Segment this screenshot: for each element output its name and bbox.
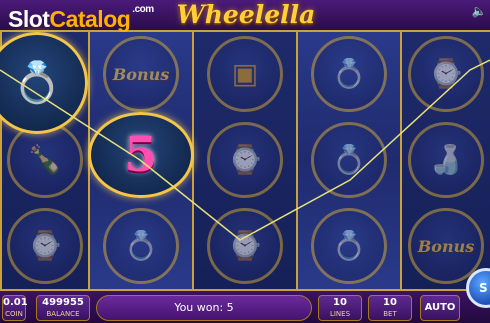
ring-icon: 💍 — [123, 229, 159, 262]
ring-icon: 💍 — [331, 229, 367, 262]
bet-label: BET — [383, 310, 397, 318]
reel-cell: 🍶 — [402, 118, 490, 202]
symbol-disc: ⌚ — [7, 208, 83, 284]
ring-icon: 💍 — [12, 60, 62, 106]
symbol-disc: 💍 — [311, 208, 387, 284]
watch-icon: ⌚ — [428, 57, 464, 90]
control-bar: 0.01 COIN 499955 BALANCE You won: 5 10 L… — [0, 289, 490, 323]
ring-icon: 💍 — [331, 57, 367, 90]
balance-box: 499955 BALANCE — [36, 295, 90, 321]
symbol-disc: 💍 — [103, 208, 179, 284]
win-message: You won: 5 — [96, 295, 312, 321]
bet-box[interactable]: 10 BET — [368, 295, 412, 321]
game-title: Wheelella — [176, 0, 316, 29]
symbol-disc: Bonus — [103, 36, 179, 112]
speaker-icon[interactable]: 🔈 — [470, 2, 488, 20]
slotcatalog-logo: SlotCatalog .com — [8, 4, 154, 33]
brand-catalog: Catalog — [49, 6, 131, 32]
brand-suffix: .com — [132, 4, 154, 16]
reel-4: 💍 💍 💍 — [296, 32, 400, 289]
symbol-disc: ▣ — [207, 36, 283, 112]
symbol-disc: ⌚ — [207, 208, 283, 284]
reel-cell: Bonus — [90, 32, 192, 116]
gold-bars-icon: ▣ — [231, 57, 259, 90]
reels-area: 🍾 ⌚ Bonus 💍 ▣ ⌚ ⌚ 💍 💍 💍 ⌚ 🍶 Bonus 💍 5 — [0, 32, 490, 289]
reel-cell: ⌚ — [2, 204, 88, 288]
symbol-disc: 💍 — [311, 36, 387, 112]
perfume-bottle-icon: 🍶 — [428, 143, 464, 176]
reel-cell: ⌚ — [194, 118, 296, 202]
coin-label: COIN — [5, 310, 23, 318]
ring-icon: 💍 — [331, 143, 367, 176]
auto-button[interactable]: AUTO — [420, 295, 460, 321]
symbol-disc: ⌚ — [207, 122, 283, 198]
balance-value: 499955 — [42, 297, 84, 308]
bet-value: 10 — [383, 297, 397, 308]
balance-label: BALANCE — [46, 310, 80, 318]
watch-icon: ⌚ — [227, 143, 263, 176]
reel-cell: 💍 — [298, 204, 400, 288]
reel-cell: ▣ — [194, 32, 296, 116]
watch-icon: ⌚ — [227, 229, 263, 262]
symbol-disc: ⌚ — [408, 36, 484, 112]
slot-game: SlotCatalog.com Wheelella 🔈 🍾 ⌚ Bonus 💍 — [0, 0, 490, 323]
champagne-icon: 🍾 — [27, 143, 63, 176]
lines-label: LINES — [329, 310, 351, 318]
symbol-disc: 🍾 — [7, 122, 83, 198]
winning-five-symbol: 5 — [88, 112, 194, 198]
win-five-digit: 5 — [124, 127, 158, 183]
coin-box[interactable]: 0.01 COIN — [2, 295, 28, 321]
bonus-label: Bonus — [417, 236, 475, 256]
lines-value: 10 — [333, 297, 347, 308]
symbol-disc: 💍 — [311, 122, 387, 198]
lines-box[interactable]: 10 LINES — [318, 295, 362, 321]
header-bar: SlotCatalog .com Wheelella 🔈 — [0, 0, 490, 32]
coin-value: 0.01 — [3, 297, 28, 308]
reel-cell: 💍 — [298, 118, 400, 202]
reel-5: ⌚ 🍶 Bonus — [400, 32, 490, 289]
bonus-label: Bonus — [112, 64, 170, 84]
reel-cell: 💍 — [298, 32, 400, 116]
reel-cell: ⌚ — [402, 32, 490, 116]
watch-icon: ⌚ — [27, 229, 63, 262]
reel-3: ▣ ⌚ ⌚ — [192, 32, 296, 289]
symbol-disc: 🍶 — [408, 122, 484, 198]
reel-cell: ⌚ — [194, 204, 296, 288]
reel-cell: 💍 — [90, 204, 192, 288]
brand-slot: Slot — [8, 6, 50, 32]
